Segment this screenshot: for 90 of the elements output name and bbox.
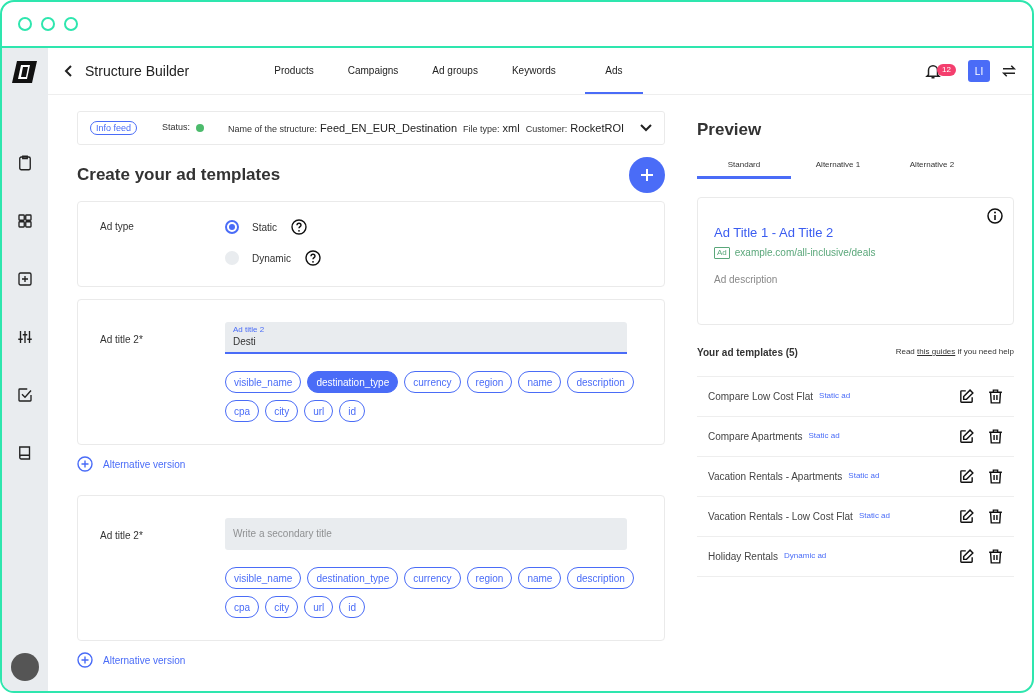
plus-circle-icon[interactable] — [77, 652, 93, 668]
field-label: Ad title 2* — [100, 529, 144, 543]
help-icon[interactable] — [304, 250, 321, 266]
trash-icon[interactable] — [987, 387, 1004, 405]
trash-icon[interactable] — [987, 547, 1004, 565]
variable-tag[interactable]: visible_name — [225, 567, 302, 589]
variable-tag[interactable]: name — [518, 371, 562, 393]
preview-title: Preview — [697, 119, 763, 141]
nav-tab[interactable]: Keywords — [494, 48, 573, 94]
section-title: Create your ad templates — [77, 164, 281, 187]
radio-label: Dynamic — [252, 251, 291, 266]
variable-tag[interactable]: city — [265, 400, 299, 422]
preview-tab[interactable]: Standard — [697, 154, 791, 179]
field-value: Feed_EN_EUR_Destination — [320, 120, 458, 136]
template-type: Static ad — [858, 510, 891, 522]
variable-tag[interactable]: region — [466, 567, 513, 589]
variable-tag[interactable]: url — [304, 596, 334, 618]
nav-tab[interactable]: Ad groups — [415, 48, 495, 94]
chevron-down-icon[interactable] — [640, 124, 652, 132]
trash-icon[interactable] — [987, 507, 1004, 525]
status-label: Status: — [162, 121, 191, 135]
field-label: Name of the structure: — [228, 122, 318, 136]
trash-icon[interactable] — [987, 427, 1004, 445]
guides-link[interactable]: this guides — [917, 347, 956, 356]
templates-title: Your ad templates (5) — [697, 345, 798, 360]
bell-icon[interactable] — [924, 62, 942, 80]
user-avatar[interactable]: LI — [968, 60, 990, 82]
preview-tab[interactable]: Alternative 2 — [885, 154, 979, 179]
floating-label: Ad title 2 — [233, 325, 266, 335]
variable-tag[interactable]: region — [466, 371, 513, 393]
variable-tag[interactable]: cpa — [225, 596, 260, 618]
field-label: Ad title 2* — [100, 333, 144, 347]
field-value: xml — [502, 120, 520, 136]
field-label: Customer: — [525, 122, 568, 136]
variable-tag[interactable]: description — [567, 371, 634, 393]
nav-tab[interactable]: Campaigns — [330, 48, 416, 94]
edit-icon[interactable] — [958, 467, 975, 485]
trash-icon[interactable] — [987, 467, 1004, 485]
text-input-field[interactable]: Write a secondary title — [225, 518, 627, 550]
template-name[interactable]: Vacation Rentals - Low Cost Flat — [708, 508, 853, 524]
template-name[interactable]: Compare Apartments — [708, 428, 803, 444]
variable-tag[interactable]: name — [518, 567, 562, 589]
nav-tab[interactable]: Products — [257, 48, 331, 94]
text-input-field[interactable]: Ad title 2 Desti — [225, 322, 627, 354]
radio-label: Static — [252, 220, 277, 235]
ad-url: example.com/all-inclusive/deals — [734, 246, 876, 260]
notification-badge: 12 — [937, 64, 956, 76]
template-type: Static ad — [848, 470, 880, 482]
plus-circle-icon[interactable] — [77, 456, 93, 472]
variable-tag[interactable]: cpa — [225, 400, 260, 422]
template-name[interactable]: Holiday Rentals — [708, 548, 779, 564]
avatar[interactable] — [11, 653, 39, 681]
preview-tab[interactable]: Alternative 1 — [791, 154, 885, 179]
template-name[interactable]: Compare Low Cost Flat — [708, 388, 814, 404]
field-label: File type: — [463, 122, 500, 136]
variable-tag[interactable]: url — [304, 400, 334, 422]
logo-icon — [12, 60, 38, 84]
field-value: RocketROI — [570, 120, 624, 136]
variable-tag[interactable]: id — [339, 400, 366, 422]
input-value: Desti — [233, 335, 257, 349]
help-icon[interactable] — [291, 219, 307, 235]
field-label: Ad type — [100, 220, 135, 234]
add-button[interactable] — [629, 157, 665, 193]
plus-icon — [640, 168, 654, 182]
variable-tag[interactable]: id — [339, 596, 366, 618]
radio-button[interactable] — [225, 220, 239, 234]
ad-description: Ad description — [714, 273, 779, 287]
edit-icon[interactable] — [958, 547, 975, 565]
variable-tag[interactable]: currency — [404, 371, 461, 393]
nav-tab[interactable]: Ads — [584, 48, 643, 94]
template-type: Static ad — [808, 430, 840, 442]
variable-tag[interactable]: destination_type — [307, 567, 399, 589]
help-text: Read this guides if you need help — [895, 346, 1014, 358]
variable-tag[interactable]: city — [265, 596, 299, 618]
variable-tag[interactable]: visible_name — [225, 371, 302, 393]
info-icon[interactable] — [987, 207, 1003, 224]
alternative-version-link[interactable]: Alternative version — [103, 652, 186, 668]
template-name[interactable]: Vacation Rentals - Apartments — [708, 468, 843, 484]
alternative-version-link[interactable]: Alternative version — [103, 456, 186, 472]
ad-title-link[interactable]: Ad Title 1 - Ad Title 2 — [714, 222, 997, 242]
edit-icon[interactable] — [958, 387, 975, 405]
ad-label: Ad — [714, 246, 730, 259]
edit-icon[interactable] — [958, 507, 975, 525]
template-type: Dynamic ad — [784, 550, 827, 562]
page-title: Structure Builder — [85, 61, 190, 81]
variable-tag[interactable]: description — [567, 567, 634, 589]
variable-tag[interactable]: destination_type — [307, 371, 399, 393]
edit-icon[interactable] — [958, 427, 975, 445]
variable-tag[interactable]: currency — [404, 567, 461, 589]
template-type: Static ad — [819, 390, 851, 402]
